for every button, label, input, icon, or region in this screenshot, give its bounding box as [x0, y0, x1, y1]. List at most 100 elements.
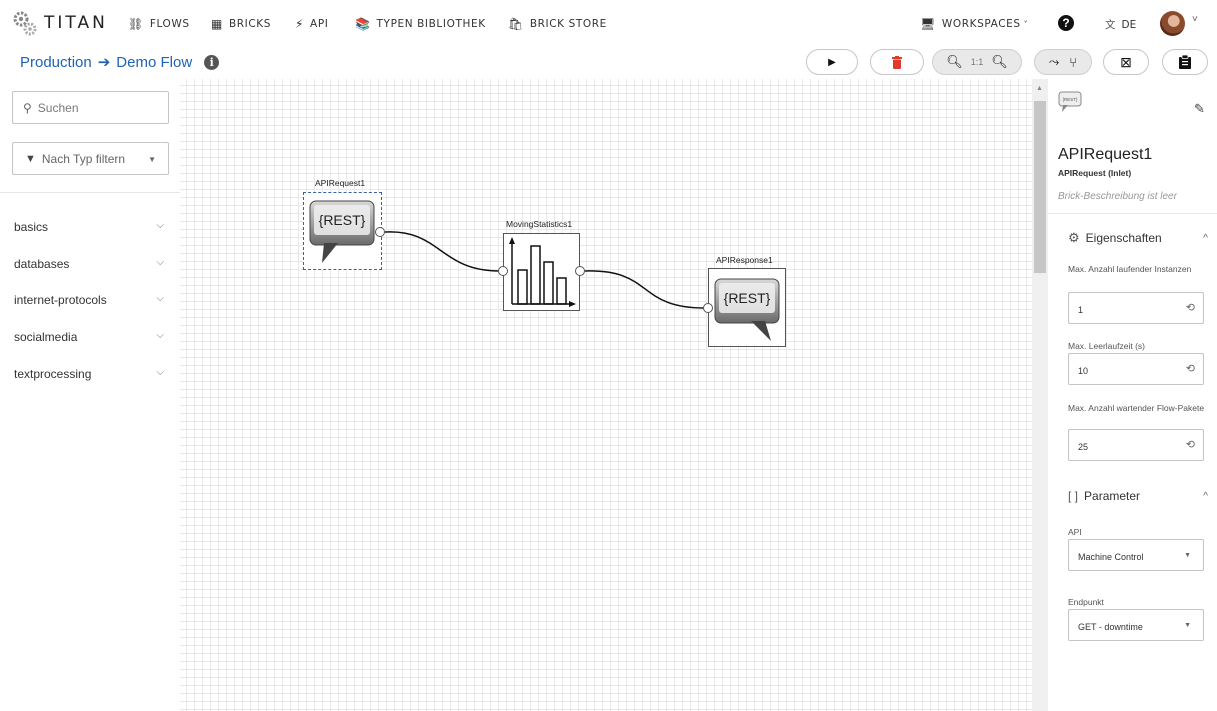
language-switch[interactable]: 文 DE: [1105, 17, 1136, 32]
search-input[interactable]: ⚲ Suchen: [12, 91, 169, 124]
caret-down-icon: ▼: [1184, 552, 1191, 559]
zoom-out-icon[interactable]: 🔍︎: [991, 54, 1008, 70]
chevron-down-icon: ⌵: [156, 257, 164, 268]
node-moving-statistics[interactable]: [503, 233, 580, 311]
node-apiresponse[interactable]: {REST}: [708, 268, 786, 347]
info-icon[interactable]: i: [204, 54, 220, 70]
endpoint-label: Endpunkt: [1068, 597, 1104, 607]
flow-canvas[interactable]: APIRequest1 {REST} MovingStatistics1 API…: [180, 79, 1032, 711]
nav-flows[interactable]: ⛓ FLOWS: [128, 17, 190, 31]
category-label: databases: [14, 257, 70, 271]
gear-icon: ⚙: [1068, 230, 1080, 245]
nav-api[interactable]: ⚡ API: [295, 17, 328, 31]
api-label: API: [1068, 527, 1082, 537]
input-port[interactable]: [703, 303, 713, 313]
nav-bricks[interactable]: ▦ BRICKS: [211, 17, 271, 31]
reset-icon[interactable]: ⟲: [1186, 362, 1195, 375]
edit-pencil-icon[interactable]: ✎: [1194, 101, 1205, 117]
filter-icon: ▼: [25, 152, 36, 165]
properties-label: Eigenschaften: [1085, 231, 1162, 245]
type-filter-select[interactable]: ▼ Nach Typ filtern ▼: [12, 142, 169, 175]
zoom-controls: 🔍︎ 1:1 🔍︎: [932, 49, 1022, 75]
filter-label: Nach Typ filtern: [41, 151, 126, 166]
properties-section-header[interactable]: ⚙ Eigenschaften ^: [1068, 230, 1208, 246]
category-label: textprocessing: [14, 367, 92, 381]
nav-typen-bibliothek-label: TYPEN BIBLIOTHEK: [376, 18, 486, 30]
chevron-up-icon: ^: [1203, 490, 1208, 502]
idle-time-input[interactable]: 10 ⟲: [1068, 353, 1204, 385]
scroll-thumb[interactable]: [1034, 101, 1046, 273]
avatar[interactable]: [1160, 11, 1185, 36]
output-port[interactable]: [375, 227, 385, 237]
endpoint-select[interactable]: GET - downtime ▼: [1068, 609, 1204, 641]
brick-palette: ⚲ Suchen ▼ Nach Typ filtern ▼ basics ⌵ da…: [0, 79, 180, 711]
breadcrumb-parent[interactable]: Production: [20, 54, 92, 71]
flows-icon: ⛓: [128, 17, 144, 31]
caret-down-icon: ▼: [1184, 622, 1191, 629]
parameters-section-header[interactable]: [ ] Parameter ^: [1068, 489, 1208, 503]
svg-text:{REST}: {REST}: [1062, 97, 1078, 102]
bricks-icon: ▦: [211, 17, 223, 31]
monitor-icon: 🖥: [920, 17, 936, 31]
api-select[interactable]: Machine Control ▼: [1068, 539, 1204, 571]
reset-icon[interactable]: ⟲: [1186, 438, 1195, 451]
canvas-scrollbar[interactable]: ▲: [1032, 79, 1048, 711]
help-icon[interactable]: ?: [1058, 15, 1074, 31]
endpoint-select-value: GET - downtime: [1078, 622, 1143, 632]
category-internet-protocols[interactable]: internet-protocols ⌵: [14, 293, 164, 307]
chevron-down-icon: ⌵: [156, 293, 164, 304]
scroll-up-icon[interactable]: ▲: [1036, 85, 1043, 92]
api-icon: ⚡: [295, 17, 305, 31]
max-instances-input[interactable]: 1 ⟲: [1068, 292, 1204, 324]
field-label: Max. Anzahl laufender Instanzen: [1068, 264, 1192, 274]
category-basics[interactable]: basics ⌵: [14, 220, 164, 234]
run-button[interactable]: ▶: [806, 49, 858, 75]
branch-icon[interactable]: ⑂: [1069, 55, 1077, 70]
node-label: APIResponse1: [716, 255, 773, 265]
category-textprocessing[interactable]: textprocessing ⌵: [14, 367, 164, 381]
category-label: socialmedia: [14, 330, 78, 344]
logo[interactable]: TITAN: [12, 9, 108, 37]
bar-chart-icon: [509, 237, 576, 307]
zoom-reset[interactable]: 1:1: [971, 57, 984, 67]
fit-view-button[interactable]: ⊠: [1103, 49, 1149, 75]
category-label: basics: [14, 220, 49, 234]
chevron-down-icon: ˅: [1023, 19, 1029, 29]
grid-fit-icon: ⊠: [1120, 53, 1132, 70]
clipboard-button[interactable]: [1162, 49, 1208, 75]
node-label: APIRequest1: [315, 178, 366, 188]
category-databases[interactable]: databases ⌵: [14, 257, 164, 271]
rest-bubble-small-icon: {REST}: [1058, 91, 1082, 112]
rest-speech-bubble-icon: {REST}: [714, 278, 780, 341]
rest-text: {REST}: [724, 290, 771, 306]
node-apirequest[interactable]: {REST}: [303, 192, 382, 270]
category-socialmedia[interactable]: socialmedia ⌵: [14, 330, 164, 344]
workspaces-menu[interactable]: 🖥 WORKSPACES ˅: [920, 17, 1028, 31]
library-icon: 📚: [355, 17, 371, 31]
rest-speech-bubble-icon: {REST}: [309, 200, 375, 263]
app-title: TITAN: [44, 13, 108, 33]
nav-typen-bibliothek[interactable]: 📚 TYPEN BIBLIOTHEK: [355, 17, 486, 31]
play-icon: ▶: [828, 56, 836, 68]
breadcrumb: Production ➔ Demo Flow i: [20, 53, 220, 71]
zoom-in-icon[interactable]: 🔍︎: [946, 54, 963, 70]
nav-bricks-label: BRICKS: [228, 18, 272, 30]
field-value: 1: [1078, 305, 1084, 315]
category-label: internet-protocols: [14, 293, 107, 307]
waiting-packets-input[interactable]: 25 ⟲: [1068, 429, 1204, 461]
chevron-down-icon[interactable]: ˅: [1192, 14, 1198, 25]
input-port[interactable]: [498, 266, 508, 276]
nav-flows-label: FLOWS: [149, 18, 190, 30]
language-label: DE: [1121, 19, 1137, 31]
top-navigation: TITAN ⛓ FLOWS ▦ BRICKS ⚡ API 📚 TYPEN BIBLIOT…: [0, 0, 1217, 47]
delete-button[interactable]: [870, 49, 924, 75]
search-icon: ⚲: [23, 100, 32, 115]
output-port[interactable]: [575, 266, 585, 276]
caret-down-icon: ▼: [148, 155, 156, 164]
curve-connector-icon[interactable]: ⤳: [1049, 54, 1059, 70]
trash-icon: [892, 55, 902, 69]
nav-brick-store[interactable]: 🛍 BRICK STORE: [508, 17, 607, 31]
translate-icon: 文: [1105, 19, 1116, 31]
reset-icon[interactable]: ⟲: [1186, 301, 1195, 314]
chevron-down-icon: ⌵: [156, 330, 164, 341]
